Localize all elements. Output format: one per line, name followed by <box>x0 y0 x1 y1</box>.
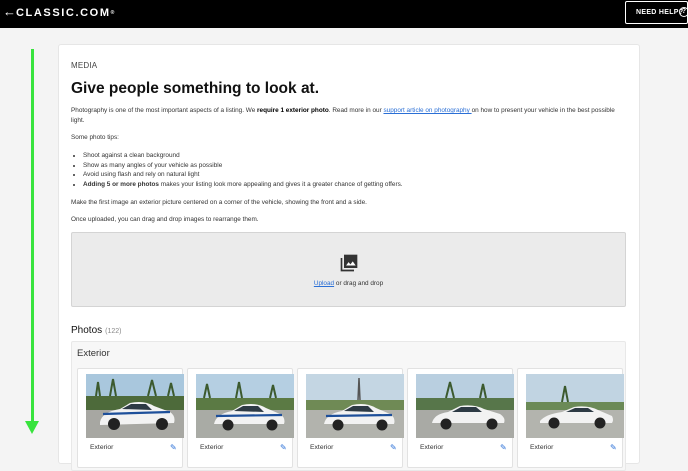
media-card: MEDIA Give people something to look at. … <box>58 44 640 471</box>
photo-library-icon <box>340 254 358 272</box>
intro-paragraph: Photography is one of the most important… <box>71 106 626 125</box>
photos-heading: Photos (122) <box>71 325 121 336</box>
photo-tile[interactable]: Exterior ✎ <box>517 368 624 468</box>
car-photo <box>196 374 294 438</box>
upload-dropzone[interactable]: Upload or drag and drop <box>71 232 626 307</box>
first-image-hint: Make the first image an exterior picture… <box>71 199 367 206</box>
photo-label: Exterior <box>420 444 444 451</box>
back-arrow-icon[interactable]: ← <box>3 5 16 19</box>
tip-item: Show as many angles of your vehicle as p… <box>83 161 403 171</box>
tip-bold: Adding 5 or more photos <box>83 180 159 188</box>
car-photo <box>526 374 624 438</box>
section-label: MEDIA <box>71 61 98 70</box>
exterior-photo-group: Exterior Exterior ✎ Exterior ✎ Exterior … <box>71 341 626 471</box>
tip-item: Shoot against a clean background <box>83 151 403 161</box>
scroll-indicator-line <box>31 49 34 425</box>
photo-label: Exterior <box>200 444 224 451</box>
rearrange-hint: Once uploaded, you can drag and drop ima… <box>71 216 259 223</box>
registered-mark: ® <box>110 10 115 16</box>
photo-tile[interactable]: Exterior ✎ <box>297 368 404 468</box>
car-photo <box>86 374 184 438</box>
classic-logo[interactable]: CLASSIC.COM® <box>16 8 114 19</box>
car-photo <box>306 374 404 438</box>
dropzone-text: Upload or drag and drop <box>72 280 625 287</box>
need-help-label: NEED HELP? <box>636 9 684 16</box>
need-help-button[interactable]: NEED HELP? ? <box>625 1 688 24</box>
photos-count: (122) <box>105 328 122 335</box>
support-article-link[interactable]: support article on photography <box>383 107 471 114</box>
scroll-down-arrow-icon <box>25 421 39 434</box>
photo-tile[interactable]: Exterior ✎ <box>187 368 294 468</box>
photo-tile[interactable]: Exterior ✎ <box>407 368 514 468</box>
tip-rest: makes your listing look more appealing a… <box>158 180 403 188</box>
tip-item: Avoid using flash and rely on natural li… <box>83 170 403 180</box>
photo-tile[interactable]: Exterior ✎ <box>77 368 184 468</box>
tips-title: Some photo tips: <box>71 134 119 141</box>
photo-group-title: Exterior <box>77 348 110 359</box>
top-header: ← CLASSIC.COM® NEED HELP? ? <box>0 0 688 28</box>
tips-list: Shoot against a clean background Show as… <box>71 151 403 189</box>
photo-label: Exterior <box>530 444 554 451</box>
car-photo <box>416 374 514 438</box>
logo-text: CLASSIC.COM <box>16 7 111 19</box>
tip-item: Adding 5 or more photos makes your listi… <box>83 180 403 190</box>
question-circle-icon: ? <box>679 7 688 17</box>
intro-text-middle: . Read more in our <box>328 107 384 114</box>
drag-drop-text: or drag and drop <box>334 280 384 287</box>
page-heading: Give people something to look at. <box>71 80 320 97</box>
upload-link[interactable]: Upload <box>314 280 334 287</box>
intro-bold: require 1 exterior photo <box>257 107 329 114</box>
photo-label: Exterior <box>90 444 114 451</box>
photo-label: Exterior <box>310 444 334 451</box>
photos-title: Photos <box>71 325 103 336</box>
intro-text: Photography is one of the most important… <box>71 107 258 114</box>
